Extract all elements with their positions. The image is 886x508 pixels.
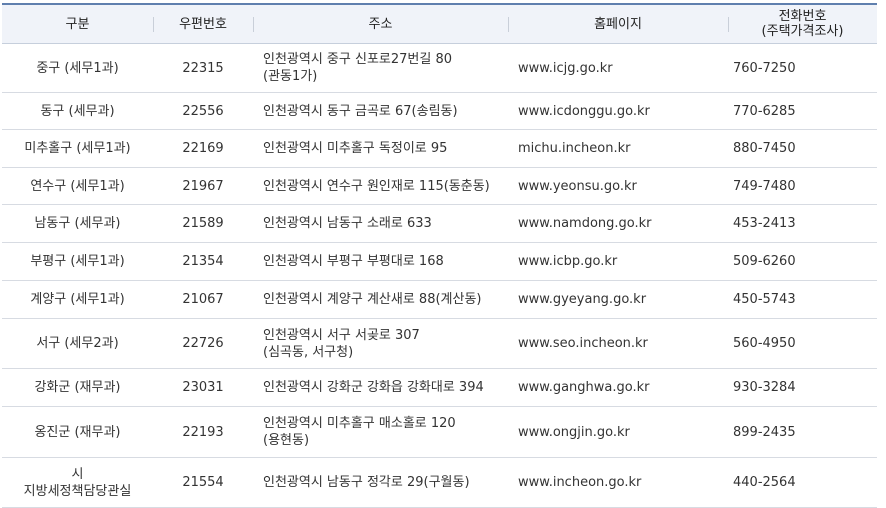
division-cell: 강화군 (재무과) bbox=[34, 380, 121, 395]
phone-cell: 450-5743 bbox=[733, 292, 796, 307]
address-cell: 인천광역시 계양구 계산새로 88(계산동) bbox=[263, 292, 482, 307]
address-cell: 인천광역시 부평구 부평대로 168 bbox=[263, 254, 444, 269]
division-cell: 남동구 (세무과) bbox=[34, 216, 121, 231]
address-cell: 인천광역시 중구 신포로27번길 80 (관동1가) bbox=[263, 52, 453, 84]
address-cell: 인천광역시 동구 금곡로 67(송림동) bbox=[263, 103, 458, 119]
postal-code-cell: 23031 bbox=[182, 380, 224, 395]
phone-cell: 899-2435 bbox=[733, 424, 796, 440]
homepage-link[interactable]: www.icbp.go.kr bbox=[508, 243, 728, 280]
postal-code-cell: 21067 bbox=[182, 292, 224, 307]
division-cell: 서구 (세무2과) bbox=[36, 336, 119, 351]
division-cell: 동구 (세무과) bbox=[40, 103, 115, 119]
table-header-row: 구분 우편번호 주소 홈페이지 전화번호 (주택가격조사) bbox=[2, 5, 877, 44]
header-division: 구분 bbox=[65, 16, 90, 32]
table-row: 서구 (세무2과) 22726 인천광역시 서구 서곶로 307 (심곡동, 서… bbox=[2, 319, 877, 369]
postal-code-cell: 22726 bbox=[182, 336, 224, 351]
tax-office-table: 구분 우편번호 주소 홈페이지 전화번호 (주택가격조사) 중구 (세무1과) … bbox=[2, 3, 877, 508]
phone-cell: 509-6260 bbox=[733, 254, 796, 269]
table-row: 시 지방세정책담당관실 21554 인천광역시 남동구 정각로 29(구월동) … bbox=[2, 458, 877, 508]
division-cell: 연수구 (세무1과) bbox=[30, 178, 125, 194]
header-homepage: 홈페이지 bbox=[508, 5, 728, 43]
phone-cell: 930-3284 bbox=[733, 380, 796, 395]
header-address: 주소 bbox=[253, 5, 508, 43]
phone-cell: 749-7480 bbox=[733, 178, 796, 194]
header-phone: 전화번호 (주택가격조사) bbox=[728, 5, 877, 43]
table-row: 강화군 (재무과) 23031 인천광역시 강화군 강화읍 강화대로 394 w… bbox=[2, 369, 877, 407]
homepage-link[interactable]: www.incheon.go.kr bbox=[508, 458, 728, 507]
homepage-link[interactable]: michu.incheon.kr bbox=[508, 130, 728, 167]
postal-code-cell: 22315 bbox=[182, 60, 224, 76]
address-cell: 인천광역시 미추홀구 매소홀로 120 (용현동) bbox=[263, 416, 456, 448]
address-cell: 인천광역시 강화군 강화읍 강화대로 394 bbox=[263, 380, 484, 395]
homepage-link[interactable]: www.icdonggu.go.kr bbox=[508, 93, 728, 129]
table-row: 옹진군 (재무과) 22193 인천광역시 미추홀구 매소홀로 120 (용현동… bbox=[2, 407, 877, 458]
address-cell: 인천광역시 남동구 정각로 29(구월동) bbox=[263, 475, 470, 490]
postal-code-cell: 22193 bbox=[182, 424, 224, 440]
postal-code-cell: 22169 bbox=[182, 141, 224, 156]
division-cell: 계양구 (세무1과) bbox=[30, 292, 125, 307]
postal-code-cell: 21554 bbox=[182, 475, 224, 490]
table-row: 미추홀구 (세무1과) 22169 인천광역시 미추홀구 독정이로 95 mic… bbox=[2, 130, 877, 168]
homepage-link[interactable]: www.ganghwa.go.kr bbox=[508, 369, 728, 406]
postal-code-cell: 21354 bbox=[182, 254, 224, 269]
phone-cell: 760-7250 bbox=[733, 60, 796, 76]
phone-cell: 440-2564 bbox=[733, 475, 796, 490]
table-row: 남동구 (세무과) 21589 인천광역시 남동구 소래로 633 www.na… bbox=[2, 205, 877, 243]
homepage-link[interactable]: www.seo.incheon.kr bbox=[508, 319, 728, 368]
address-cell: 인천광역시 서구 서곶로 307 (심곡동, 서구청) bbox=[263, 327, 420, 360]
postal-code-cell: 22556 bbox=[182, 103, 224, 119]
address-cell: 인천광역시 남동구 소래로 633 bbox=[263, 216, 432, 231]
table-row: 중구 (세무1과) 22315 인천광역시 중구 신포로27번길 80 (관동1… bbox=[2, 44, 877, 93]
postal-code-cell: 21967 bbox=[182, 178, 224, 194]
division-cell: 부평구 (세무1과) bbox=[30, 254, 125, 269]
homepage-link[interactable]: www.namdong.go.kr bbox=[508, 205, 728, 242]
postal-code-cell: 21589 bbox=[182, 216, 224, 231]
table-row: 연수구 (세무1과) 21967 인천광역시 연수구 원인재로 115(동춘동)… bbox=[2, 168, 877, 205]
address-cell: 인천광역시 연수구 원인재로 115(동춘동) bbox=[263, 178, 490, 194]
phone-cell: 560-4950 bbox=[733, 336, 796, 351]
homepage-link[interactable]: www.yeonsu.go.kr bbox=[508, 168, 728, 204]
division-cell: 미추홀구 (세무1과) bbox=[24, 141, 131, 156]
address-cell: 인천광역시 미추홀구 독정이로 95 bbox=[263, 141, 448, 156]
phone-cell: 880-7450 bbox=[733, 141, 796, 156]
table-row: 계양구 (세무1과) 21067 인천광역시 계양구 계산새로 88(계산동) … bbox=[2, 281, 877, 319]
division-cell: 시 지방세정책담당관실 bbox=[23, 466, 132, 499]
phone-cell: 453-2413 bbox=[733, 216, 796, 231]
table-row: 동구 (세무과) 22556 인천광역시 동구 금곡로 67(송림동) www.… bbox=[2, 93, 877, 130]
homepage-link[interactable]: www.ongjin.go.kr bbox=[508, 407, 728, 457]
homepage-link[interactable]: www.icjg.go.kr bbox=[508, 44, 728, 92]
division-cell: 중구 (세무1과) bbox=[36, 60, 119, 76]
table-row: 부평구 (세무1과) 21354 인천광역시 부평구 부평대로 168 www.… bbox=[2, 243, 877, 281]
division-cell: 옹진군 (재무과) bbox=[34, 424, 121, 440]
homepage-link[interactable]: www.gyeyang.go.kr bbox=[508, 281, 728, 318]
phone-cell: 770-6285 bbox=[733, 103, 796, 119]
header-postal-code: 우편번호 bbox=[153, 5, 253, 43]
